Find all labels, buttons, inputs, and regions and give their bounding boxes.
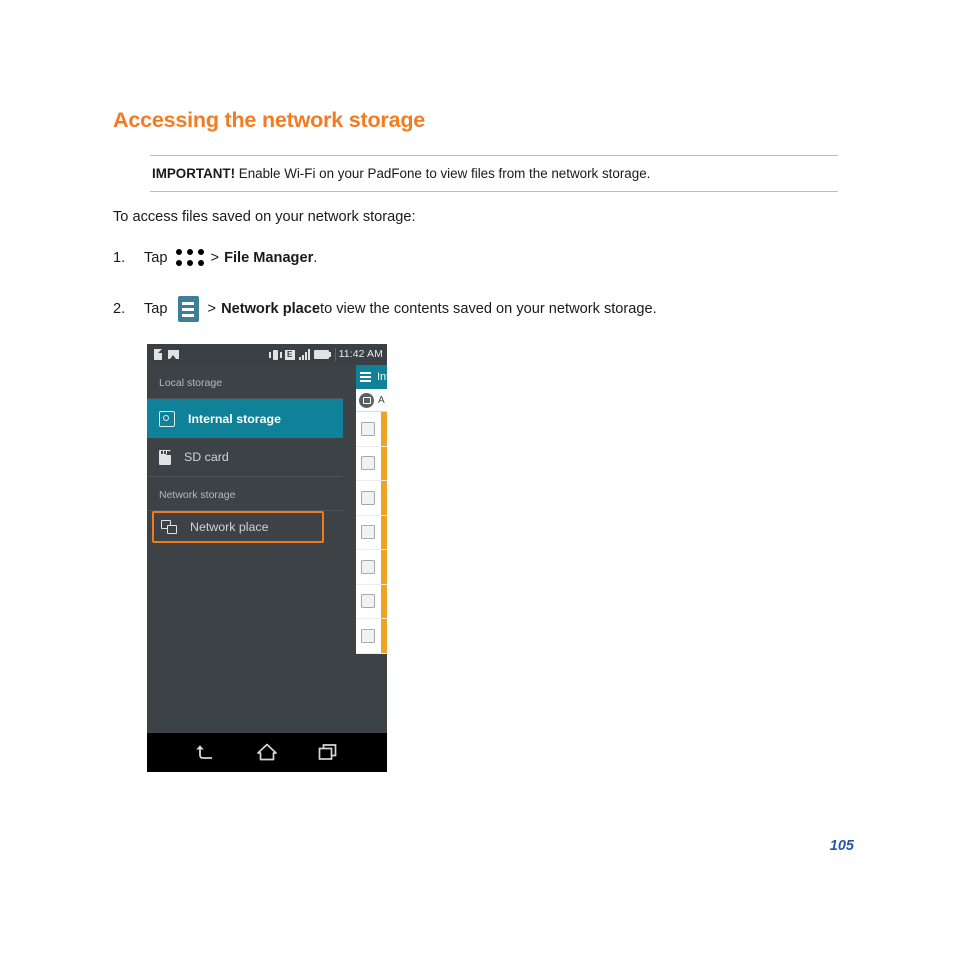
battery-icon: [313, 350, 331, 359]
file-row-checkbox[interactable]: [361, 490, 375, 505]
step-2-verb: Tap: [144, 301, 168, 317]
document-page: Accessing the network storage IMPORTANT!…: [0, 0, 954, 954]
page-title: Accessing the network storage: [113, 108, 426, 132]
intro-text: To access files saved on your network st…: [113, 209, 416, 225]
important-label: IMPORTANT!: [152, 166, 236, 181]
storage-root-icon[interactable]: [359, 392, 374, 408]
back-icon[interactable]: [189, 740, 223, 766]
file-row-checkbox[interactable]: [361, 525, 375, 540]
file-row-checkbox[interactable]: [361, 456, 375, 471]
file-type-accent-bar: [381, 584, 387, 618]
file-row-checkbox[interactable]: [361, 628, 375, 643]
file-list-row[interactable]: [356, 412, 387, 447]
file-list-path-label: A: [378, 394, 385, 406]
step-2-tail: to view the contents saved on your netwo…: [320, 301, 657, 317]
file-list-panel: Int A: [356, 365, 387, 733]
signal-bars-icon: [298, 349, 310, 360]
file-list-header: Int: [356, 365, 387, 389]
drawer-group-network-storage-label: Network storage: [147, 477, 343, 511]
step-1-verb: Tap: [144, 249, 168, 266]
document-icon: [154, 349, 162, 360]
hamburger-menu-icon: [177, 296, 199, 322]
note-rule-bottom: [150, 191, 838, 193]
app-grid-icon: [175, 249, 204, 266]
file-type-accent-bar: [381, 619, 387, 653]
network-place-icon: [161, 520, 177, 534]
panel-hamburger-icon[interactable]: [360, 372, 371, 382]
important-note: IMPORTANT! Enable Wi-Fi on your PadFone …: [150, 155, 838, 193]
step-2-number: 2.: [113, 301, 126, 317]
edge-network-icon: E: [284, 349, 295, 360]
file-list-title: Int: [377, 371, 387, 383]
step-1-suffix: .: [313, 249, 318, 266]
drawer-item-internal-storage[interactable]: Internal storage: [147, 399, 343, 438]
file-type-accent-bar: [381, 446, 387, 480]
drawer-group-local-storage-label: Local storage: [147, 365, 343, 399]
file-type-accent-bar: [381, 481, 387, 515]
step-1-separator: >: [210, 249, 220, 266]
step-2-target: Network place: [221, 301, 321, 317]
file-row-checkbox[interactable]: [361, 421, 375, 436]
sd-card-icon: [159, 449, 171, 465]
file-type-accent-bar: [381, 412, 387, 446]
file-list-row[interactable]: [356, 446, 387, 481]
status-bar-clock: 11:42 AM: [334, 348, 383, 361]
step-1: 1. Tap > File Manager .: [113, 249, 317, 266]
file-list-rows: [356, 412, 387, 654]
important-body: Enable Wi-Fi on your PadFone to view fil…: [235, 166, 651, 181]
page-number: 105: [829, 838, 854, 854]
step-1-target: File Manager: [224, 249, 314, 266]
recent-apps-icon[interactable]: [311, 740, 345, 766]
phone-navigation-bar: [147, 733, 387, 772]
status-bar-notification-icons: [154, 349, 179, 360]
step-2: 2. Tap > Network place to view the conte…: [113, 296, 657, 322]
step-2-separator: >: [207, 301, 217, 317]
file-row-checkbox[interactable]: [361, 594, 375, 609]
internal-storage-icon: [159, 410, 175, 427]
file-list-row[interactable]: [356, 584, 387, 619]
drawer-item-sd-card-label: SD card: [184, 450, 229, 464]
vibrate-icon: [268, 349, 281, 361]
drawer-item-internal-storage-label: Internal storage: [188, 411, 281, 426]
drawer-item-sd-card[interactable]: SD card: [147, 438, 343, 477]
file-list-row[interactable]: [356, 550, 387, 585]
home-icon[interactable]: [250, 740, 284, 766]
file-list-row[interactable]: [356, 515, 387, 550]
file-list-row[interactable]: [356, 619, 387, 654]
status-bar-system-icons: E 11:42 AM: [268, 344, 383, 365]
phone-screenshot-figure: E 11:42 AM Local storage Internal storag…: [147, 344, 387, 772]
image-icon: [168, 350, 179, 359]
storage-drawer: Local storage Internal storage SD card N…: [147, 365, 343, 733]
file-list-path-bar: A: [356, 389, 387, 412]
file-row-checkbox[interactable]: [361, 559, 375, 574]
drawer-item-network-place[interactable]: Network place: [152, 511, 324, 543]
drawer-item-network-place-label: Network place: [190, 520, 269, 534]
step-1-number: 1.: [113, 249, 126, 266]
file-list-row[interactable]: [356, 481, 387, 516]
file-type-accent-bar: [381, 515, 387, 549]
file-type-accent-bar: [381, 550, 387, 584]
phone-status-bar: E 11:42 AM: [147, 344, 387, 365]
important-note-text: IMPORTANT! Enable Wi-Fi on your PadFone …: [150, 156, 838, 191]
